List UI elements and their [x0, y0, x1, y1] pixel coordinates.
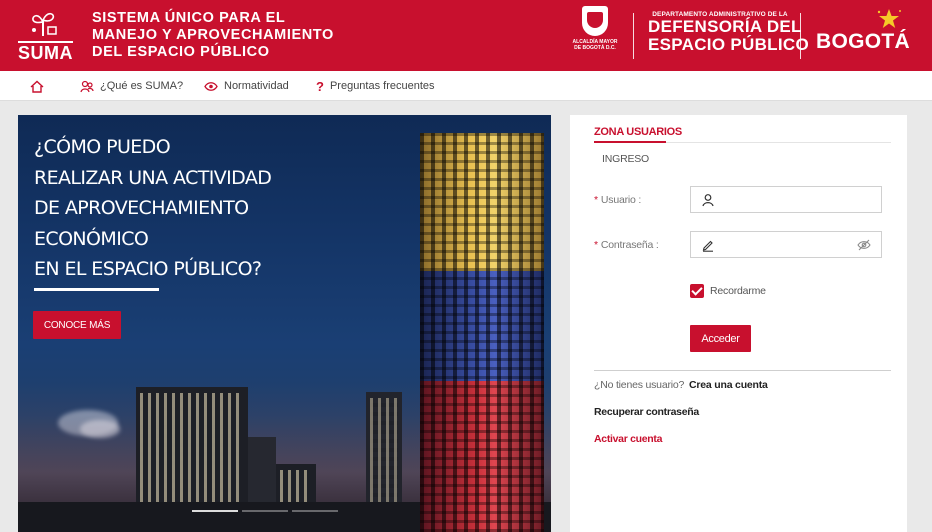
user-icon: [702, 193, 714, 206]
login-divider: [594, 370, 891, 371]
carousel-dot[interactable]: [292, 510, 338, 512]
remember-checkbox[interactable]: [690, 284, 704, 298]
home-icon: [30, 80, 44, 93]
hero-heading-line: ECONÓMICO: [34, 227, 149, 250]
suma-logo-text: SUMA: [18, 41, 73, 63]
zone-title: ZONA USUARIOS: [594, 126, 682, 138]
no-user-text: ¿No tienes usuario?: [594, 379, 685, 391]
carousel-dot[interactable]: [192, 510, 238, 512]
acceder-button[interactable]: Acceder: [690, 325, 751, 352]
remember-row: Recordarme: [690, 284, 766, 298]
alcaldia-logo-line: DE BOGOTÁ D.C.: [574, 45, 616, 51]
user-label-text: Usuario :: [600, 194, 642, 206]
remember-label: Recordarme: [710, 285, 766, 297]
nav-item-label: Normatividad: [224, 80, 289, 92]
hero-heading-line: EN EL ESPACIO PÚBLICO?: [34, 258, 262, 280]
hero-heading-line: REALIZAR UNA ACTIVIDAD: [34, 166, 272, 189]
nav-item-label: ¿Qué es SUMA?: [100, 80, 184, 92]
shield-icon: [582, 6, 608, 36]
header-divider: [633, 13, 634, 59]
site-title-line: DEL ESPACIO PÚBLICO: [92, 44, 270, 60]
nav-item-normatividad[interactable]: Normatividad: [204, 71, 289, 101]
header-divider: [800, 13, 801, 59]
nav-item-label: Preguntas frecuentes: [329, 80, 435, 92]
eye-slash-icon[interactable]: [857, 238, 871, 252]
carousel-dot[interactable]: [242, 510, 288, 512]
zone-underline: [594, 141, 666, 143]
dadep-logo[interactable]: DEPARTAMENTO ADMINISTRATIVO DE LA DEFENS…: [648, 11, 809, 54]
hero-heading-line: DE APROVECHAMIENTO: [34, 197, 249, 219]
hero-heading: ¿CÓMO PUEDO REALIZAR UNA ACTIVIDAD DE AP…: [34, 132, 272, 285]
people-icon: [80, 80, 94, 93]
required-mark: *: [594, 194, 598, 206]
hero-divider: [34, 288, 159, 291]
password-label-text: Contraseña :: [600, 239, 659, 251]
suma-logo[interactable]: SUMA: [18, 10, 80, 62]
dadep-logo-line: DEFENSORÍA DEL: [648, 17, 802, 36]
site-title: SISTEMA ÚNICO PARA EL MANEJO Y APROVECHA…: [92, 10, 334, 61]
star-icon: [877, 9, 901, 28]
password-field[interactable]: [690, 231, 882, 258]
question-icon: ?: [316, 78, 324, 94]
site-title-line: SISTEMA ÚNICO PARA EL: [92, 10, 286, 26]
bogota-logo[interactable]: BOGOTÁ: [816, 30, 910, 54]
user-label: * Usuario :: [594, 194, 641, 206]
carousel-indicators: [192, 510, 338, 512]
plant-icon: [32, 12, 57, 36]
conoce-mas-button[interactable]: CONOCE MÁS: [33, 311, 121, 339]
nav-item-que-es-suma[interactable]: ¿Qué es SUMA?: [80, 71, 183, 101]
hero-banner: ¿CÓMO PUEDO REALIZAR UNA ACTIVIDAD DE AP…: [18, 115, 551, 532]
tower-windows: [420, 133, 544, 532]
create-account-link[interactable]: Crea una cuenta: [689, 379, 768, 391]
site-title-line: MANEJO Y APROVECHAMIENTO: [92, 27, 334, 43]
pencil-icon: [702, 240, 713, 252]
tower-building: [420, 133, 544, 532]
recover-password-link[interactable]: Recuperar contraseña: [594, 406, 699, 418]
main-nav: ¿Qué es SUMA? Normatividad ? Preguntas f…: [0, 71, 932, 101]
required-mark: *: [594, 239, 598, 251]
password-label: * Contraseña :: [594, 239, 659, 251]
alcaldia-logo[interactable]: ALCALDÍA MAYOR DE BOGOTÁ D.C.: [570, 6, 620, 51]
user-field[interactable]: [690, 186, 882, 213]
activate-account-link[interactable]: Activar cuenta: [594, 433, 662, 445]
dadep-logo-line: ESPACIO PÚBLICO: [648, 35, 809, 54]
site-header: SUMA SISTEMA ÚNICO PARA EL MANEJO Y APRO…: [0, 0, 932, 71]
tab-ingreso[interactable]: INGRESO: [602, 153, 649, 165]
login-panel: ZONA USUARIOS INGRESO * Usuario : * Contra…: [570, 115, 907, 532]
eye-icon: [204, 81, 218, 92]
nav-item-preguntas[interactable]: ? Preguntas frecuentes: [316, 71, 435, 101]
nav-item-home[interactable]: [30, 71, 50, 101]
hero-heading-line: ¿CÓMO PUEDO: [34, 136, 171, 158]
